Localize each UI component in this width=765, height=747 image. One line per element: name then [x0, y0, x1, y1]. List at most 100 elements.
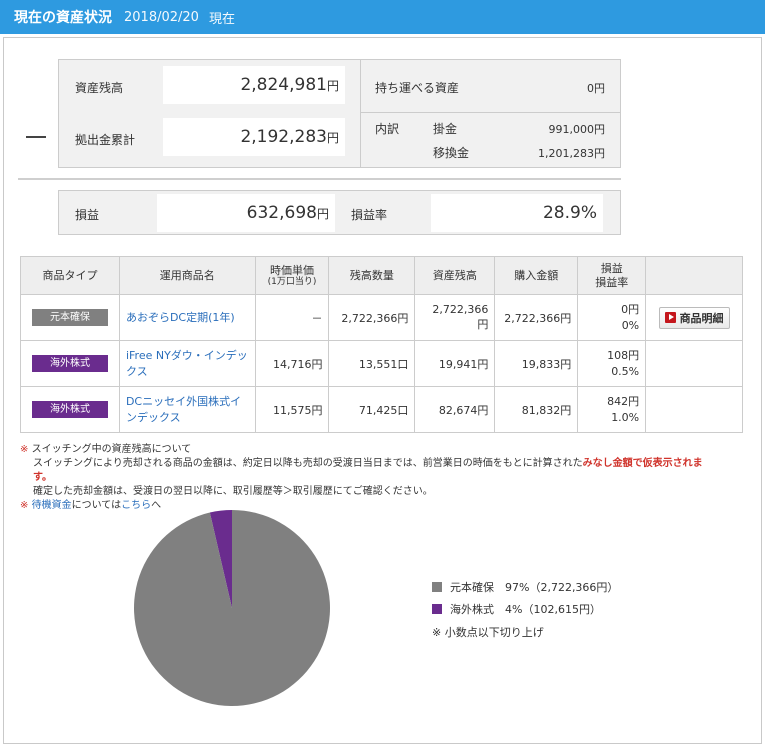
legend-label-foreign-stock: 海外株式 4%（102,615円）: [450, 603, 601, 616]
legend-item: 海外株式 4%（102,615円）: [432, 598, 618, 620]
summary-divider-vertical: [360, 60, 361, 167]
col-header-type: 商品タイプ: [20, 256, 120, 295]
col-header-price: 時価単価 (1万口当り): [254, 256, 330, 295]
profit-loss-value: 632,698: [246, 203, 317, 223]
balance: 2,722,366円: [414, 294, 496, 341]
fund-name-line2: ンデックス: [125, 410, 181, 424]
balance-label: 資産残高: [75, 81, 124, 95]
unit-price: －: [254, 294, 330, 341]
as-of-suffix: 現在: [208, 11, 235, 27]
asset-allocation-pie-chart: [134, 510, 330, 706]
quantity: 13,551口: [328, 340, 416, 387]
minus-operator: [26, 136, 46, 138]
action-cell-empty: [645, 340, 743, 387]
profit-loss-label: 損益: [75, 208, 100, 222]
type-badge-foreign-stock: 海外株式: [31, 401, 108, 418]
col-header-qty: 残高数量: [328, 256, 416, 295]
type-badge-foreign-stock: 海外株式: [31, 355, 108, 372]
pie-slices: [134, 510, 330, 706]
contribution-unit: 円: [326, 131, 339, 145]
profit-loss-rate-label: 損益率: [351, 208, 388, 222]
quantity: 2,722,366円: [328, 294, 416, 341]
portable-assets-value: 0円: [587, 82, 605, 95]
balance-value: 2,824,981: [240, 75, 327, 95]
legend-footnote: ※ 小数点以下切り上げ: [432, 626, 544, 639]
play-icon: [664, 312, 676, 323]
transfer-value: 1,201,283円: [538, 147, 605, 160]
purchase-amount: 2,722,366円: [494, 294, 579, 341]
type-badge-principal: 元本確保: [31, 309, 108, 326]
profit-loss-panel: 損益 632,698円 損益率 28.9%: [58, 190, 621, 235]
col-header-price-sub: (1万口当り): [267, 276, 317, 287]
note-line2a: スイッチングにより売却される商品の金額は、約定日以降も売却の受渡日当日までは、前…: [33, 458, 583, 469]
standby-funds-link[interactable]: 待機資金: [32, 500, 72, 511]
profit-loss-rate-value: 28.9%: [542, 203, 597, 223]
unit-price: 11,575円: [254, 386, 330, 433]
balance: 19,941円: [414, 340, 496, 387]
pie-legend: 元本確保 97%（2,722,366円） 海外株式 4%（102,615円） ※…: [432, 576, 618, 640]
page-title: 現在の資産状況: [14, 10, 112, 26]
product-detail-button[interactable]: 商品明細: [658, 306, 730, 329]
legend-swatch-purple: [432, 604, 442, 614]
col-header-price-label: 時価単価: [270, 263, 314, 277]
profit-loss-unit: 円: [316, 207, 329, 221]
col-header-name: 運用商品名: [118, 256, 256, 295]
col-header-balance: 資産残高: [414, 256, 496, 295]
fund-name-line1: DCニッセイ外国株式イ: [125, 394, 242, 408]
asset-summary-panel: 資産残高 2,824,981円 拠出金累計 2,192,283円 持ち運べる資産…: [58, 59, 621, 168]
note-line1: スイッチング中の資産残高について: [31, 444, 192, 455]
quantity: 71,425口: [328, 386, 416, 433]
profit-loss-value-box: 632,698円: [157, 194, 335, 232]
col-header-pl: 損益 損益率: [577, 256, 647, 295]
note-switching-body: スイッチングにより売却される商品の金額は、約定日以降も売却の受渡日当日までは、前…: [20, 457, 720, 485]
legend-item: 元本確保 97%（2,722,366円）: [432, 576, 618, 598]
table-header-row: 商品タイプ 運用商品名 時価単価 (1万口当り) 残高数量 資産残高 購入金額 …: [20, 256, 743, 295]
note-line4b: については: [71, 500, 122, 511]
fund-name-line1: iFree NYダウ・インデッ: [125, 348, 248, 362]
note-switching-title: ※ スイッチング中の資産残高について: [20, 443, 720, 457]
kakekin-value: 991,000円: [548, 123, 606, 136]
breakdown-label: 内訳: [375, 122, 400, 136]
section-divider: [18, 178, 621, 180]
action-cell-empty: [645, 386, 743, 433]
profit-loss: 842円: [607, 394, 640, 408]
fund-name-link[interactable]: iFree NYダウ・インデッ クス: [126, 348, 249, 380]
note-mark: ※: [20, 500, 29, 511]
profit-loss-rate: 0.5%: [611, 364, 640, 378]
fund-holdings-table: 商品タイプ 運用商品名 時価単価 (1万口当り) 残高数量 資産残高 購入金額 …: [20, 256, 743, 433]
page-header: 現在の資産状況 2018/02/20 現在: [0, 0, 765, 34]
kakekin-label: 掛金: [433, 122, 458, 136]
purchase-amount: 19,833円: [494, 340, 579, 387]
summary-divider-horizontal: [360, 112, 621, 113]
unit-price: 14,716円: [254, 340, 330, 387]
portable-assets-label: 持ち運べる資産: [375, 81, 460, 95]
purchase-amount: 81,832円: [494, 386, 579, 433]
notes-section: ※ スイッチング中の資産残高について スイッチングにより売却される商品の金額は、…: [20, 443, 720, 513]
balance: 82,674円: [414, 386, 496, 433]
table-row: 元本確保 あおぞらDC定期(1年) － 2,722,366円 2,722,366…: [20, 294, 743, 341]
pie-slice-principal: [134, 510, 330, 706]
transfer-label: 移換金: [433, 146, 470, 160]
table-row: 海外株式 iFree NYダウ・インデッ クス 14,716円 13,551口 …: [20, 340, 743, 387]
contribution-value: 2,192,283: [240, 127, 327, 147]
legend-swatch-gray: [432, 582, 442, 592]
profit-loss-rate-box: 28.9%: [431, 194, 603, 232]
profit-loss: 0円: [621, 302, 640, 316]
note-line3: 確定した売却金額は、受渡日の翌日以降に、取引履歴等＞取引履歴にてご確認ください。: [33, 486, 433, 497]
profit-loss-rate: 0%: [621, 318, 640, 332]
balance-unit: 円: [326, 79, 339, 93]
as-of-date: 2018/02/20: [124, 9, 199, 25]
note-standby-funds: ※ 待機資金についてはこちらへ: [20, 499, 720, 513]
fund-name-link[interactable]: あおぞらDC定期(1年): [126, 310, 249, 326]
note-mark: ※: [20, 444, 29, 455]
col-header-pl-label: 損益: [600, 262, 623, 276]
col-header-action: [645, 256, 743, 295]
contribution-label: 拠出金累計: [75, 133, 136, 147]
fund-name-line2: クス: [125, 364, 148, 378]
col-header-purchase: 購入金額: [494, 256, 579, 295]
balance-value-box: 2,824,981円: [163, 66, 345, 104]
contribution-value-box: 2,192,283円: [163, 118, 345, 156]
fund-name-link[interactable]: DCニッセイ外国株式イ ンデックス: [126, 394, 249, 426]
col-header-pl-rate-label: 損益率: [595, 275, 629, 289]
profit-loss-rate: 1.0%: [611, 410, 640, 424]
